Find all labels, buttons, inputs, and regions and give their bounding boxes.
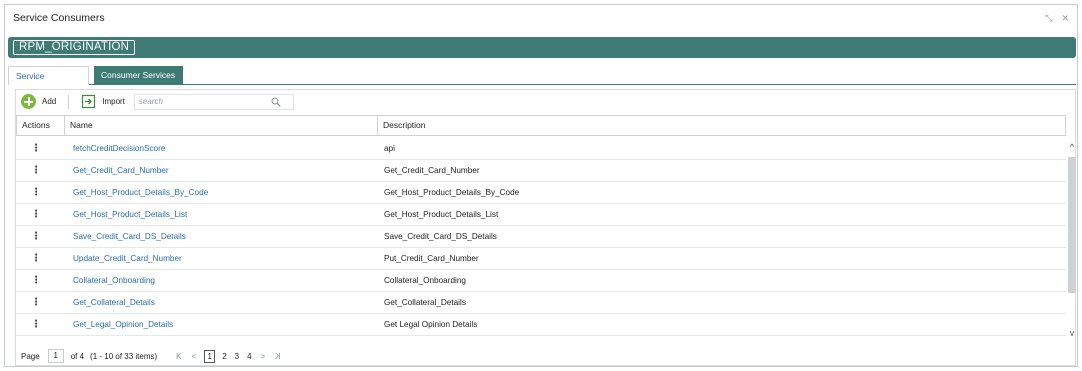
table-row: ⋮ Get_Host_Product_Details_By_Code Get_H…: [16, 182, 1066, 204]
table-row: ⋮ Update_Credit_Card_Number Put_Credit_C…: [16, 248, 1066, 270]
row-actions-menu-icon[interactable]: ⋮: [16, 231, 64, 242]
row-actions-menu-icon[interactable]: ⋮: [16, 319, 64, 330]
table-row: ⋮ Collateral_Onboarding Collateral_Onboa…: [16, 270, 1066, 292]
add-icon: [21, 94, 36, 109]
first-page-icon[interactable]: K: [176, 352, 181, 361]
close-icon[interactable]: ✕: [1061, 13, 1069, 24]
scroll-down-icon[interactable]: v: [1067, 328, 1077, 338]
window-title: Service Consumers: [13, 12, 105, 24]
row-actions-menu-icon[interactable]: ⋮: [16, 253, 64, 264]
column-header-actions[interactable]: Actions: [17, 116, 65, 135]
add-button[interactable]: Add: [21, 93, 56, 111]
search-icon[interactable]: [271, 97, 281, 107]
pagination-bar: Page 1 of 4 (1 - 10 of 33 items) K < 1 2…: [21, 348, 286, 364]
search-box: [133, 93, 294, 110]
application-name: RPM_ORIGINATION: [13, 40, 136, 55]
row-name-link[interactable]: Collateral_Onboarding: [64, 276, 377, 285]
row-name-link[interactable]: Save_Credit_Card_DS_Details: [64, 232, 377, 241]
row-description: Put_Credit_Card_Number: [384, 254, 479, 263]
grid-scrollbar[interactable]: ^ v: [1067, 142, 1077, 338]
table-row: ⋮ Get_Collateral_Details Get_Collateral_…: [16, 292, 1066, 314]
row-name-link[interactable]: Get_Legal_Opinion_Details: [64, 320, 377, 329]
row-actions-menu-icon[interactable]: ⋮: [16, 165, 64, 176]
row-actions-menu-icon[interactable]: ⋮: [16, 297, 64, 308]
row-description: Get Legal Opinion Details: [384, 320, 478, 329]
page-link-2[interactable]: 2: [222, 352, 226, 361]
tab-service-providers[interactable]: Service Providers: [8, 66, 89, 100]
page-link-3[interactable]: 3: [235, 352, 239, 361]
grid-header: Actions Name Description: [16, 115, 1066, 136]
application-bar: RPM_ORIGINATION: [8, 37, 1076, 58]
page-link-4[interactable]: 4: [247, 352, 251, 361]
page-number-input[interactable]: 1: [47, 349, 64, 363]
row-description: api: [384, 144, 395, 153]
row-description: Save_Credit_Card_DS_Details: [384, 232, 497, 241]
row-name-link[interactable]: fetchCreditDecisionScore: [64, 144, 377, 153]
import-button-label: Import: [102, 97, 125, 106]
grid-body: ⋮ fetchCreditDecisionScore api ⋮ Get_Cre…: [16, 138, 1066, 336]
tab-consumer-services[interactable]: Consumer Services: [94, 66, 183, 85]
table-row: ⋮ fetchCreditDecisionScore api: [16, 138, 1066, 160]
page-link-1[interactable]: 1: [204, 349, 216, 363]
row-name-link[interactable]: Get_Host_Product_Details_List: [64, 210, 377, 219]
row-description: Collateral_Onboarding: [384, 276, 466, 285]
page-label: Page: [21, 351, 40, 361]
scroll-up-icon[interactable]: ^: [1067, 142, 1077, 152]
row-actions-menu-icon[interactable]: ⋮: [16, 275, 64, 286]
table-row: ⋮ Save_Credit_Card_DS_Details Save_Credi…: [16, 226, 1066, 248]
window-titlebar: Service Consumers: [5, 5, 1077, 31]
add-button-label: Add: [42, 97, 57, 106]
row-description: Get_Host_Product_Details_List: [384, 210, 499, 219]
row-description: Get_Credit_Card_Number: [384, 166, 480, 175]
previous-page-icon[interactable]: <: [192, 352, 197, 361]
consumer-services-panel: Add Import Actions Name: [15, 89, 1076, 366]
table-row: ⋮ Get_Legal_Opinion_Details Get Legal Op…: [16, 314, 1066, 336]
service-consumers-window: Service Consumers ⤡ ✕ RPM_ORIGINATION Se…: [4, 4, 1078, 367]
tab-bar: Service Providers Consumer Services: [8, 66, 1076, 100]
window-controls: ⤡ ✕: [1045, 13, 1069, 24]
column-header-name[interactable]: Name: [65, 116, 378, 135]
row-name-link[interactable]: Get_Host_Product_Details_By_Code: [64, 188, 377, 197]
scrollbar-thumb[interactable]: [1068, 157, 1076, 293]
import-icon: [82, 94, 96, 109]
last-page-icon[interactable]: K: [275, 352, 280, 361]
row-actions-menu-icon[interactable]: ⋮: [16, 209, 64, 220]
toolbar-divider: [68, 94, 70, 109]
table-row: ⋮ Get_Host_Product_Details_List Get_Host…: [16, 204, 1066, 226]
search-input[interactable]: [134, 94, 293, 109]
import-button[interactable]: Import: [81, 93, 125, 111]
row-actions-menu-icon[interactable]: ⋮: [16, 143, 64, 154]
column-header-description[interactable]: Description: [378, 116, 1065, 135]
page-count-text: of 4: [70, 351, 85, 361]
items-range-text: (1 - 10 of 33 items): [90, 351, 158, 361]
row-name-link[interactable]: Get_Collateral_Details: [64, 298, 377, 307]
next-page-icon[interactable]: >: [261, 352, 266, 361]
row-description: Get_Host_Product_Details_By_Code: [384, 188, 520, 197]
restore-icon[interactable]: ⤡: [1045, 13, 1052, 24]
row-name-link[interactable]: Get_Credit_Card_Number: [64, 166, 377, 175]
table-row: ⋮ Get_Credit_Card_Number Get_Credit_Card…: [16, 160, 1066, 182]
row-description: Get_Collateral_Details: [384, 298, 466, 307]
grid-toolbar: Add Import: [16, 90, 1075, 113]
row-name-link[interactable]: Update_Credit_Card_Number: [64, 254, 377, 263]
row-actions-menu-icon[interactable]: ⋮: [16, 187, 64, 198]
